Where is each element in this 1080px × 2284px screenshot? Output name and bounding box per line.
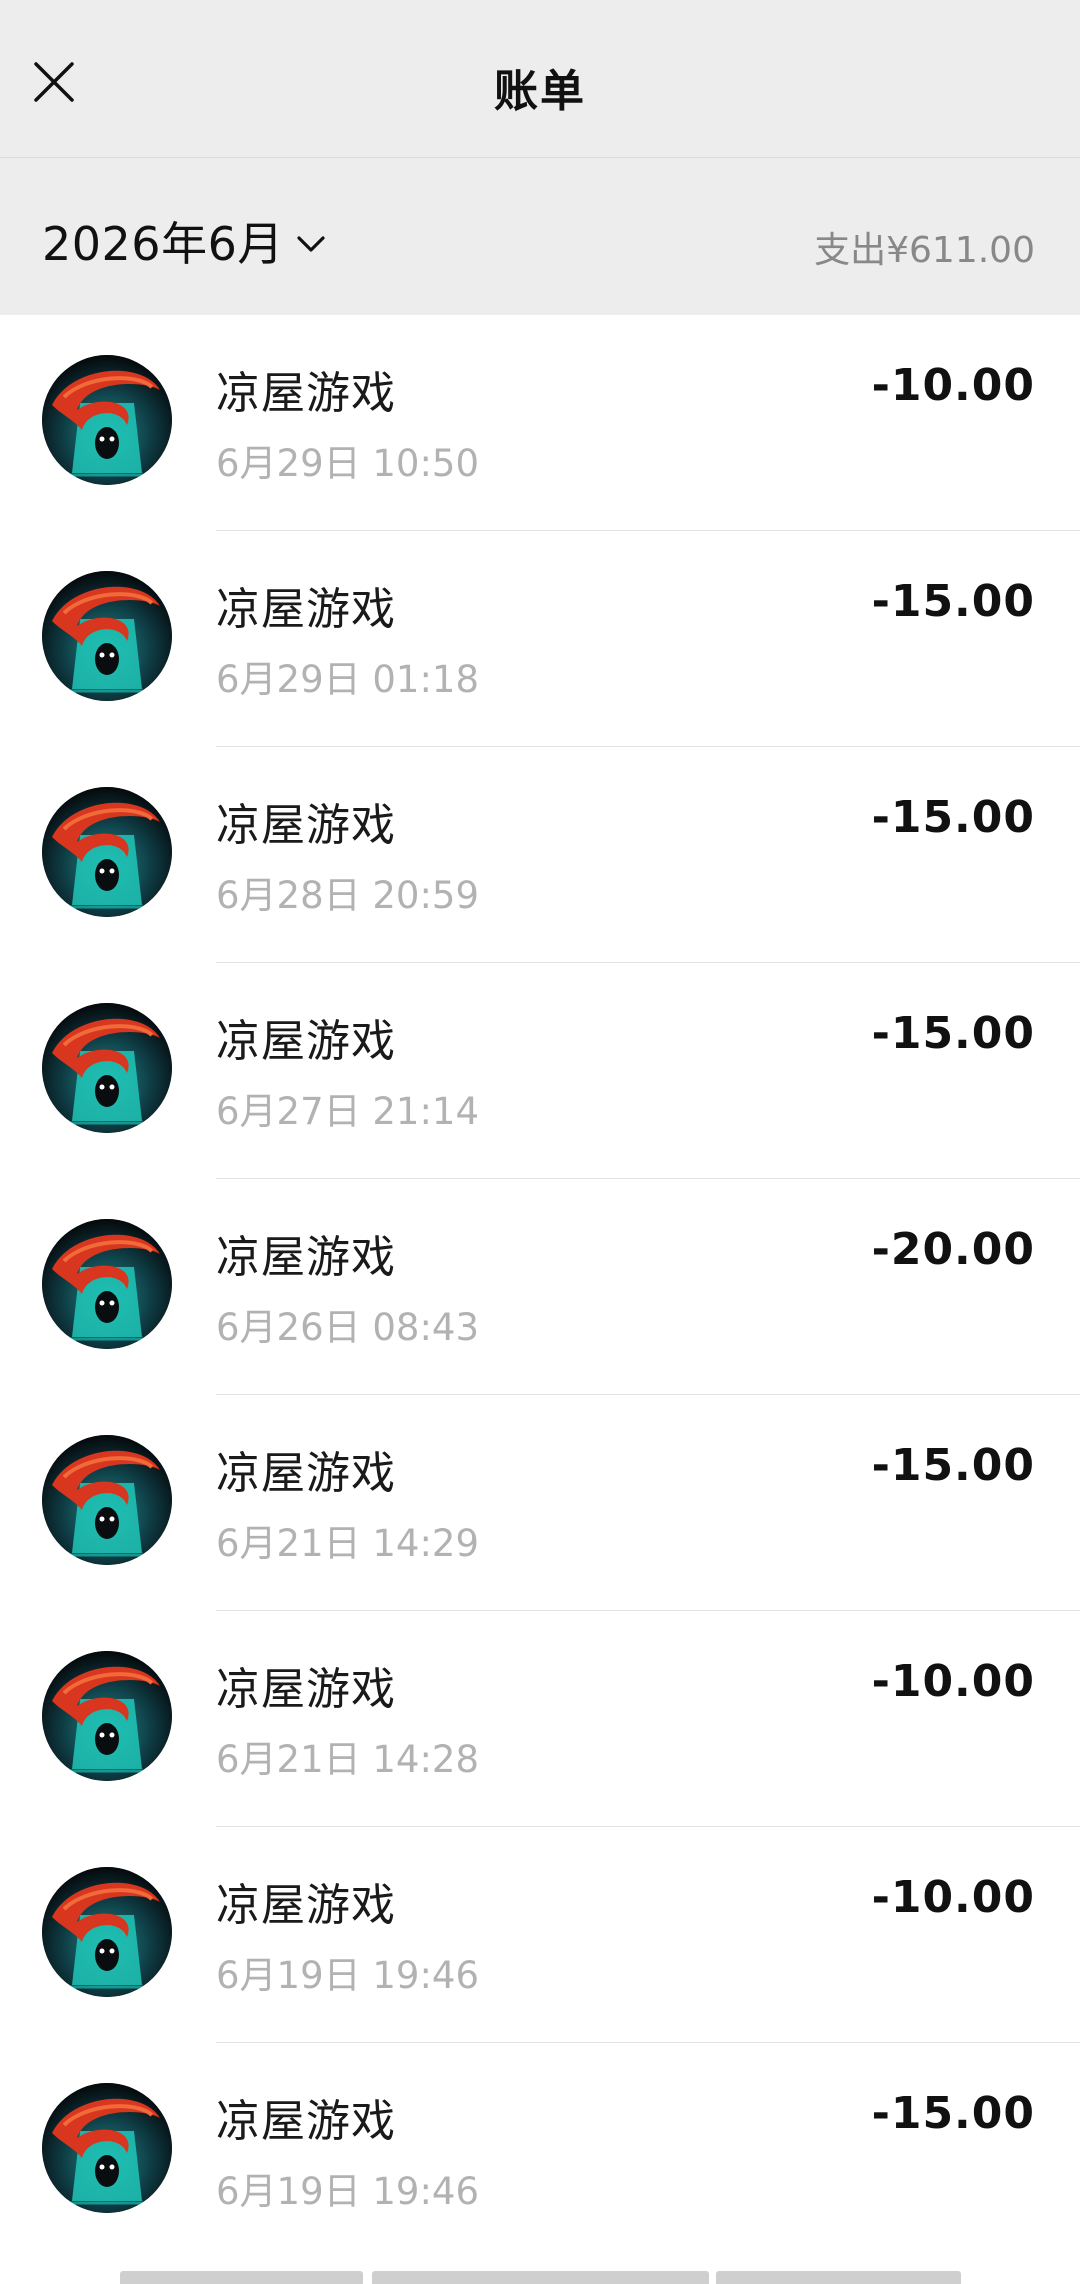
transaction-item[interactable]: 凉屋游戏 6月26日 08:43 -20.00	[0, 1179, 1080, 1395]
bottom-tab-segment	[372, 2271, 709, 2284]
merchant-avatar	[42, 787, 172, 917]
transaction-amount: -10.00	[871, 1872, 1035, 1923]
transaction-item[interactable]: 凉屋游戏 6月27日 21:14 -15.00	[0, 963, 1080, 1179]
transaction-amount: -20.00	[871, 1224, 1035, 1275]
transaction-item[interactable]: 凉屋游戏 6月21日 14:29 -15.00	[0, 1395, 1080, 1611]
transaction-time: 6月29日 01:18	[216, 658, 480, 701]
merchant-avatar	[42, 1003, 172, 1133]
merchant-name: 凉屋游戏	[216, 1664, 396, 1715]
transaction-amount: -15.00	[871, 1440, 1035, 1491]
merchant-name: 凉屋游戏	[216, 368, 396, 419]
merchant-name: 凉屋游戏	[216, 1448, 396, 1499]
merchant-name: 凉屋游戏	[216, 1232, 396, 1283]
month-label: 2026年6月	[42, 217, 284, 271]
transaction-item[interactable]: 凉屋游戏 6月19日 19:46 -10.00	[0, 1827, 1080, 2043]
transaction-time: 6月26日 08:43	[216, 1306, 480, 1349]
merchant-avatar	[42, 1867, 172, 1997]
page-title: 账单	[494, 66, 586, 117]
transaction-amount: -15.00	[871, 2088, 1035, 2139]
bottom-tab-segment	[716, 2271, 961, 2284]
month-filter-bar: 2026年6月 支出¥611.00	[0, 158, 1080, 315]
expense-summary: 支出¥611.00	[814, 230, 1035, 271]
merchant-name: 凉屋游戏	[216, 1016, 396, 1067]
transaction-item[interactable]: 凉屋游戏 6月29日 01:18 -15.00	[0, 531, 1080, 747]
transaction-amount: -15.00	[871, 1008, 1035, 1059]
transaction-amount: -15.00	[871, 576, 1035, 627]
merchant-avatar	[42, 355, 172, 485]
merchant-name: 凉屋游戏	[216, 584, 396, 635]
transaction-amount: -10.00	[871, 1656, 1035, 1707]
bottom-tab-segment	[120, 2271, 363, 2284]
merchant-avatar	[42, 2083, 172, 2213]
transaction-time: 6月27日 21:14	[216, 1090, 480, 1133]
merchant-avatar	[42, 571, 172, 701]
merchant-avatar	[42, 1435, 172, 1565]
transaction-time: 6月19日 19:46	[216, 1954, 480, 1997]
transaction-amount: -10.00	[871, 360, 1035, 411]
transaction-amount: -15.00	[871, 792, 1035, 843]
navigation-bar: 账单	[0, 0, 1080, 158]
transaction-time: 6月19日 19:46	[216, 2170, 480, 2213]
transaction-list: 凉屋游戏 6月29日 10:50 -10.00 凉屋游戏 6月29日 01:18…	[0, 315, 1080, 2259]
transaction-item[interactable]: 凉屋游戏 6月29日 10:50 -10.00	[0, 315, 1080, 531]
transaction-time: 6月21日 14:29	[216, 1522, 480, 1565]
merchant-name: 凉屋游戏	[216, 1880, 396, 1931]
transaction-item[interactable]: 凉屋游戏 6月21日 14:28 -10.00	[0, 1611, 1080, 1827]
transaction-item[interactable]: 凉屋游戏 6月28日 20:59 -15.00	[0, 747, 1080, 963]
transaction-item[interactable]: 凉屋游戏 6月19日 19:46 -15.00	[0, 2043, 1080, 2259]
merchant-name: 凉屋游戏	[216, 2096, 396, 2147]
merchant-avatar	[42, 1651, 172, 1781]
transaction-time: 6月21日 14:28	[216, 1738, 480, 1781]
merchant-name: 凉屋游戏	[216, 800, 396, 851]
chevron-down-icon	[297, 236, 325, 252]
month-selector[interactable]: 2026年6月	[42, 208, 326, 274]
transaction-time: 6月29日 10:50	[216, 442, 480, 485]
transaction-time: 6月28日 20:59	[216, 874, 480, 917]
merchant-avatar	[42, 1219, 172, 1349]
